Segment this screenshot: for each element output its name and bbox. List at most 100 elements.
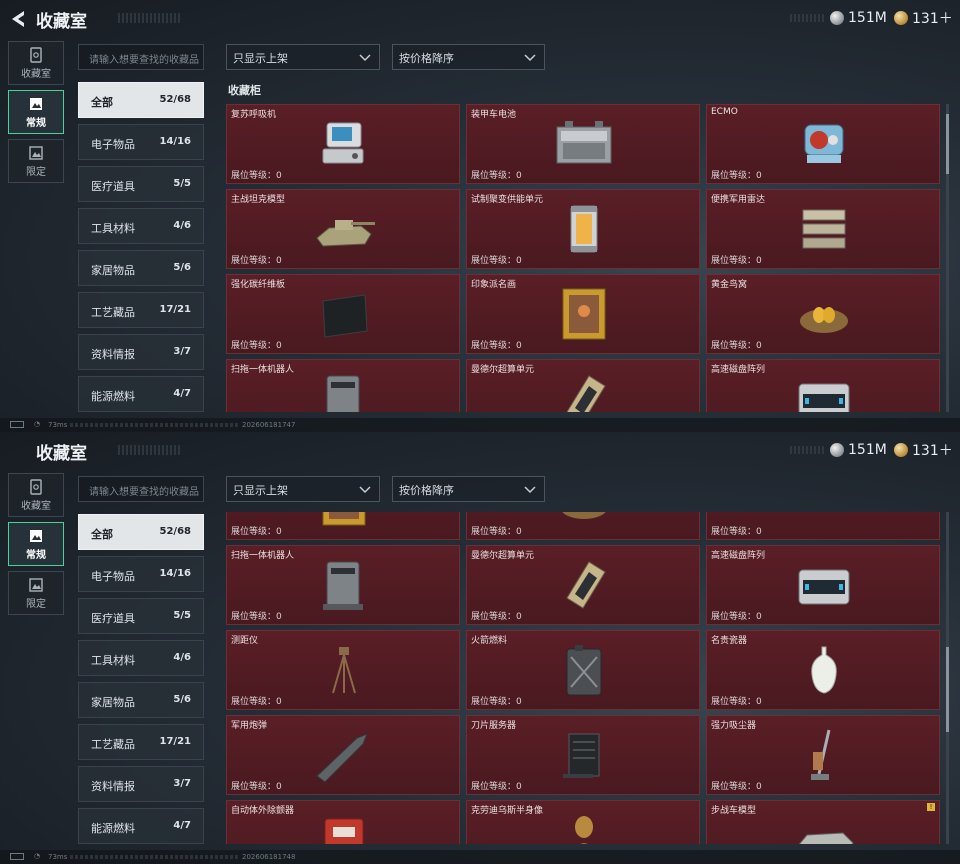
category-tab[interactable]: 医疗道具 5/5: [78, 598, 204, 634]
category-label: 资料情报: [91, 348, 135, 361]
category-tab[interactable]: 资料情报 3/7: [78, 766, 204, 802]
grid-scrollbar[interactable]: [946, 512, 949, 844]
silver-amount: 151M: [848, 10, 887, 26]
display-filter-dropdown[interactable]: 只显示上架: [226, 44, 380, 70]
item-name: 便携军用雷达: [711, 195, 766, 205]
collection-item-card[interactable]: 装甲车电池 展位等级：0: [466, 104, 700, 184]
grid-scrollbar[interactable]: [946, 104, 949, 412]
scrollbar-thumb[interactable]: [946, 114, 949, 174]
collection-item-card[interactable]: 克劳迪乌斯半身像展位等级：0: [466, 800, 700, 844]
title-decoration: [118, 13, 182, 23]
left-nav-vault[interactable]: 收藏室: [8, 41, 64, 85]
collection-item-card[interactable]: 便携军用雷达 展位等级：0: [706, 189, 940, 269]
category-count: 4/7: [173, 388, 191, 399]
status-bar: ◔ 73ms 202606181748: [0, 850, 960, 864]
category-label: 工艺藏品: [91, 306, 135, 319]
gold-currency[interactable]: 131＋: [894, 440, 953, 460]
collection-item-card[interactable]: 步战车模型展位等级：0!: [706, 800, 940, 844]
collection-item-card[interactable]: 复苏呼吸机 展位等级：0: [226, 104, 460, 184]
collection-item-card[interactable]: 展位等级：0: [706, 512, 940, 540]
collection-item-card[interactable]: 展位等级：0: [226, 512, 460, 540]
category-tab[interactable]: 电子物品 14/16: [78, 124, 204, 160]
collection-item-card[interactable]: 印象派名画 展位等级：0: [466, 274, 700, 354]
collection-item-card[interactable]: 军用炮弹展位等级：0: [226, 715, 460, 795]
status-noise: [70, 855, 240, 859]
collection-item-card[interactable]: 刀片服务器 展位等级：0: [466, 715, 700, 795]
collection-panel-bottom: 收藏室 151M 131＋ 收藏室 常规 限定 请输入想要查找的收藏品 只显示上架 按价格降序全…: [0, 432, 960, 864]
collection-item-card[interactable]: 黄金鸟窝 展位等级：0: [706, 274, 940, 354]
back-button[interactable]: [8, 8, 30, 30]
collection-item-card[interactable]: 扫拖一体机器人展位等级：0: [226, 359, 460, 412]
wifi-icon: ◔: [34, 420, 41, 428]
category-tab[interactable]: 全部 52/68: [78, 82, 204, 118]
category-tab[interactable]: 家居物品 5/6: [78, 250, 204, 286]
collection-item-card[interactable]: 曼德尔超算单元展位等级：0: [466, 359, 700, 412]
timestamp: 202606181747: [242, 421, 296, 429]
category-tab[interactable]: 电子物品 14/16: [78, 556, 204, 592]
collection-item-card[interactable]: 自动体外除颤器展位等级：0: [226, 800, 460, 844]
collection-item-card[interactable]: 强化碳纤维板 展位等级：0: [226, 274, 460, 354]
left-nav-vault[interactable]: 收藏室: [8, 473, 64, 517]
collection-item-card[interactable]: 火箭燃料 展位等级：0: [466, 630, 700, 710]
category-tab[interactable]: 能源燃料 4/7: [78, 376, 204, 412]
golden-nest-icon: [562, 512, 606, 519]
category-tab[interactable]: 工艺藏品 17/21: [78, 724, 204, 760]
ping-readout: 73ms: [48, 853, 68, 861]
item-name: 印象派名画: [471, 280, 517, 290]
category-count: 52/68: [159, 94, 191, 105]
collection-item-card[interactable]: 名贵瓷器 展位等级：0: [706, 630, 940, 710]
collection-item-card[interactable]: 高速磁盘阵列展位等级：0: [706, 545, 940, 625]
collection-item-card[interactable]: 曼德尔超算单元展位等级：0: [466, 545, 700, 625]
collection-item-card[interactable]: 测距仪 展位等级：0: [226, 630, 460, 710]
category-tab[interactable]: 工具材料 4/6: [78, 640, 204, 676]
category-tab[interactable]: 家居物品 5/6: [78, 682, 204, 718]
dropdown-value: 按价格降序: [399, 52, 454, 65]
collection-item-card[interactable]: 展位等级：0: [466, 512, 700, 540]
collection-item-card[interactable]: 高速磁盘阵列展位等级：0: [706, 359, 940, 412]
collection-item-card[interactable]: 强力吸尘器 展位等级：0: [706, 715, 940, 795]
category-tab[interactable]: 医疗道具 5/5: [78, 166, 204, 202]
sort-dropdown[interactable]: 按价格降序: [392, 44, 545, 70]
scrollbar-thumb[interactable]: [946, 647, 949, 732]
bust-icon: [575, 816, 593, 844]
category-label: 电子物品: [91, 138, 135, 151]
item-level: 展位等级：0: [711, 612, 762, 622]
silver-currency[interactable]: 151M: [830, 8, 887, 28]
collection-item-card[interactable]: 试制聚变供能单元 展位等级：0: [466, 189, 700, 269]
category-label: 家居物品: [91, 696, 135, 709]
collection-item-card[interactable]: 主战坦克模型 展位等级：0: [226, 189, 460, 269]
sort-dropdown[interactable]: 按价格降序: [392, 476, 545, 502]
search-input[interactable]: 请输入想要查找的收藏品: [78, 476, 204, 502]
display-filter-dropdown[interactable]: 只显示上架: [226, 476, 380, 502]
vault-icon: [30, 47, 42, 63]
category-count: 5/6: [173, 262, 191, 273]
category-count: 3/7: [173, 778, 191, 789]
item-name: 刀片服务器: [471, 721, 517, 731]
header-bar: 收藏室 151M 131＋: [0, 0, 960, 36]
collection-item-card[interactable]: 扫拖一体机器人展位等级：0: [226, 545, 460, 625]
rangefinder-icon: [332, 647, 356, 694]
painting-icon: [322, 512, 366, 526]
category-tab[interactable]: 全部 52/68: [78, 514, 204, 550]
item-level: 展位等级：0: [231, 171, 282, 181]
silver-currency[interactable]: 151M: [830, 440, 887, 460]
ventilator-icon: [322, 122, 364, 164]
category-label: 工艺藏品: [91, 738, 135, 751]
category-tab[interactable]: 工具材料 4/6: [78, 208, 204, 244]
left-nav-regular[interactable]: 常规: [8, 90, 64, 134]
category-label: 全部: [91, 96, 113, 109]
search-input[interactable]: 请输入想要查找的收藏品: [78, 44, 204, 70]
carbon-plate-icon: [322, 294, 368, 338]
item-level: 展位等级：0: [231, 782, 282, 792]
left-nav-limited[interactable]: 限定: [8, 571, 64, 615]
collection-item-card[interactable]: ECMO 展位等级：0: [706, 104, 940, 184]
left-nav-regular[interactable]: 常规: [8, 522, 64, 566]
item-level: 展位等级：0: [231, 697, 282, 707]
left-nav-limited[interactable]: 限定: [8, 139, 64, 183]
item-name: 军用炮弹: [231, 721, 268, 731]
category-tab[interactable]: 工艺藏品 17/21: [78, 292, 204, 328]
category-tab[interactable]: 资料情报 3/7: [78, 334, 204, 370]
vault-icon: [30, 479, 42, 495]
gold-currency[interactable]: 131＋: [894, 8, 953, 28]
category-tab[interactable]: 能源燃料 4/7: [78, 808, 204, 844]
